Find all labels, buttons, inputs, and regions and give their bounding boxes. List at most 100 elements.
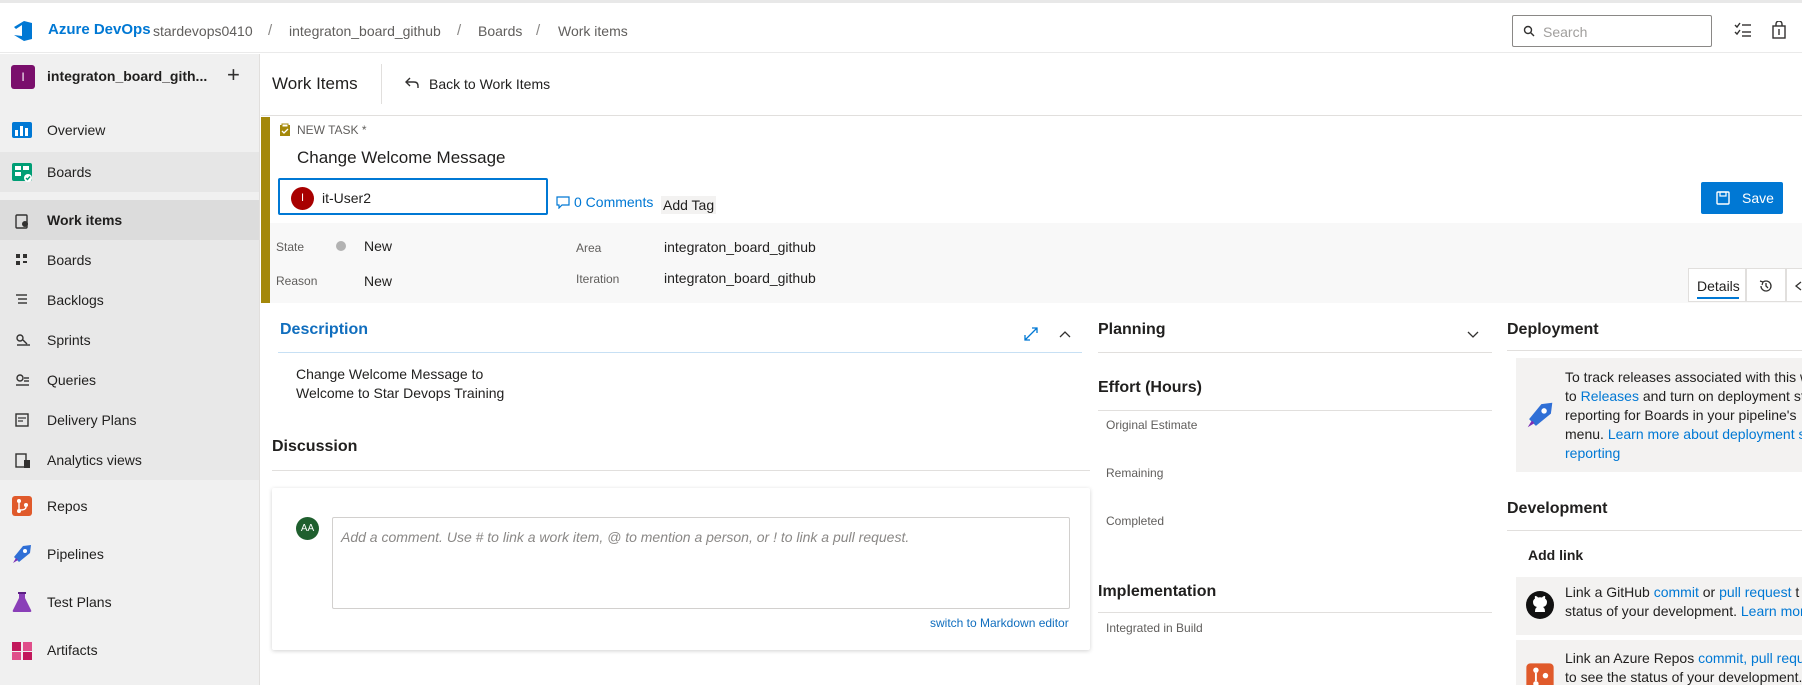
reporting-link[interactable]: reporting (1565, 445, 1620, 461)
github-icon (1525, 590, 1555, 620)
deployment-line: To track releases associated with this w (1565, 369, 1802, 385)
breadcrumb-work-items[interactable]: Work items (558, 23, 628, 39)
text: Link a GitHub (1565, 584, 1654, 600)
pipelines-icon (11, 543, 33, 565)
breadcrumb-separator: / (268, 22, 273, 39)
azure-commit-link[interactable]: commit, pull reque (1698, 650, 1802, 666)
description-title[interactable]: Description (280, 321, 368, 339)
sidebar-item-boards[interactable]: Boards (0, 152, 259, 192)
original-estimate-label: Original Estimate (1106, 418, 1198, 432)
sidebar-item-label: Sprints (47, 332, 91, 348)
description-divider (278, 352, 1082, 353)
sidebar: I integraton_board_gith... + Overview Bo… (0, 54, 260, 685)
implementation-divider (1098, 612, 1492, 613)
releases-link[interactable]: Releases (1581, 388, 1639, 404)
artifacts-icon (11, 639, 33, 661)
assigned-to-value[interactable]: it-User2 (322, 190, 371, 206)
kanban-icon (15, 253, 29, 267)
back-arrow-icon[interactable] (405, 77, 419, 89)
sidebar-item-backlogs[interactable]: Backlogs (0, 280, 259, 320)
azure-devops-logo-icon[interactable] (12, 19, 36, 43)
learn-more-link[interactable]: Learn mor (1741, 603, 1802, 619)
planning-title[interactable]: Planning (1098, 321, 1166, 339)
tab-details[interactable]: Details (1688, 268, 1746, 302)
sidebar-item-label: Analytics views (47, 452, 142, 468)
save-button[interactable]: Save (1701, 182, 1783, 214)
repos-icon (11, 495, 33, 517)
marketplace-bag-icon[interactable] (1772, 21, 1786, 39)
tab-links[interactable] (1786, 268, 1802, 302)
description-line[interactable]: Welcome to Star Devops Training (296, 384, 504, 403)
comment-input[interactable]: Add a comment. Use # to link a work item… (332, 517, 1070, 609)
sidebar-item-repos[interactable]: Repos (0, 486, 259, 526)
title-field[interactable]: Change Welcome Message (297, 148, 506, 168)
commit-link[interactable]: commit (1654, 584, 1699, 600)
comment-placeholder: Add a comment. Use # to link a work item… (341, 529, 910, 545)
project-avatar[interactable]: I (11, 65, 35, 89)
text: or (1698, 584, 1720, 600)
text: t (1791, 584, 1800, 600)
learn-more-deployment-link[interactable]: Learn more about deployment s (1608, 426, 1802, 442)
backlog-icon (15, 293, 29, 307)
pull-request-link[interactable]: pull request (1719, 584, 1791, 600)
sidebar-item-analytics-views[interactable]: Analytics views (0, 440, 259, 480)
description-line[interactable]: Change Welcome Message to (296, 365, 483, 384)
deployment-line: reporting (1565, 444, 1802, 463)
switch-to-markdown-link[interactable]: switch to Markdown editor (930, 616, 1069, 630)
breadcrumb-org[interactable]: stardevops0410 (153, 23, 253, 39)
link-icon (1793, 279, 1802, 293)
add-icon[interactable]: + (227, 62, 240, 88)
queries-icon (15, 373, 31, 387)
expand-icon[interactable] (1024, 327, 1038, 341)
github-line: Link a GitHub commit or pull request t (1565, 583, 1802, 602)
tab-history[interactable] (1746, 268, 1786, 302)
sidebar-item-overview[interactable]: Overview (0, 110, 259, 150)
deployment-divider (1507, 350, 1802, 351)
state-label: State (276, 240, 305, 254)
sidebar-item-artifacts[interactable]: Artifacts (0, 630, 259, 670)
task-list-icon[interactable] (1734, 22, 1752, 38)
deployment-title: Deployment (1507, 321, 1599, 338)
collapse-chevron-icon[interactable] (1059, 330, 1071, 338)
sidebar-item-work-items[interactable]: Work items (0, 200, 259, 240)
reason-dropdown[interactable]: New (364, 273, 392, 289)
development-divider (1507, 530, 1802, 531)
add-tag-button[interactable]: Add Tag (661, 196, 717, 214)
deployment-text: To track releases associated with this w… (1565, 368, 1802, 463)
text: to (1565, 388, 1581, 404)
area-label: Area (576, 241, 602, 255)
sprints-icon (15, 333, 31, 347)
add-link-button[interactable]: Add link (1528, 547, 1583, 563)
delivery-plans-icon (15, 413, 29, 427)
discussion-title: Discussion (272, 438, 358, 455)
sidebar-item-pipelines[interactable]: Pipelines (0, 534, 259, 574)
chevron-down-icon[interactable] (1467, 331, 1479, 339)
sidebar-item-test-plans[interactable]: Test Plans (0, 582, 259, 622)
iteration-field[interactable]: integraton_board_github (664, 270, 816, 286)
work-items-icon (15, 213, 29, 229)
assigned-to-field[interactable]: I it-User2 (278, 178, 548, 215)
area-field[interactable]: integraton_board_github (664, 239, 816, 255)
sidebar-item-sprints[interactable]: Sprints (0, 320, 259, 360)
tab-label: Details (1697, 278, 1740, 294)
avatar: AA (296, 517, 319, 540)
page-title: Work Items (272, 74, 358, 93)
project-name[interactable]: integraton_board_gith... (47, 68, 207, 84)
github-link-text: Link a GitHub commit or pull request t s… (1565, 583, 1802, 621)
sidebar-item-label: Backlogs (47, 292, 104, 308)
breadcrumb-boards[interactable]: Boards (478, 23, 522, 39)
breadcrumb-project[interactable]: integraton_board_github (289, 23, 441, 39)
back-to-work-items-link[interactable]: Back to Work Items (429, 76, 550, 92)
search-input[interactable]: Search (1512, 15, 1712, 47)
comment-icon[interactable] (556, 196, 570, 209)
state-dropdown[interactable]: New (364, 238, 392, 254)
implementation-title[interactable]: Implementation (1098, 583, 1216, 601)
sidebar-item-delivery-plans[interactable]: Delivery Plans (0, 400, 259, 440)
comments-link[interactable]: 0 Comments (574, 194, 653, 210)
sidebar-item-queries[interactable]: Queries (0, 360, 259, 400)
brand-label[interactable]: Azure DevOps (48, 21, 151, 38)
azure-repos-text: Link an Azure Repos commit, pull reque t… (1565, 649, 1802, 685)
sidebar-item-kanban-boards[interactable]: Boards (0, 240, 259, 280)
effort-title[interactable]: Effort (Hours) (1098, 379, 1202, 397)
completed-label: Completed (1106, 514, 1165, 528)
